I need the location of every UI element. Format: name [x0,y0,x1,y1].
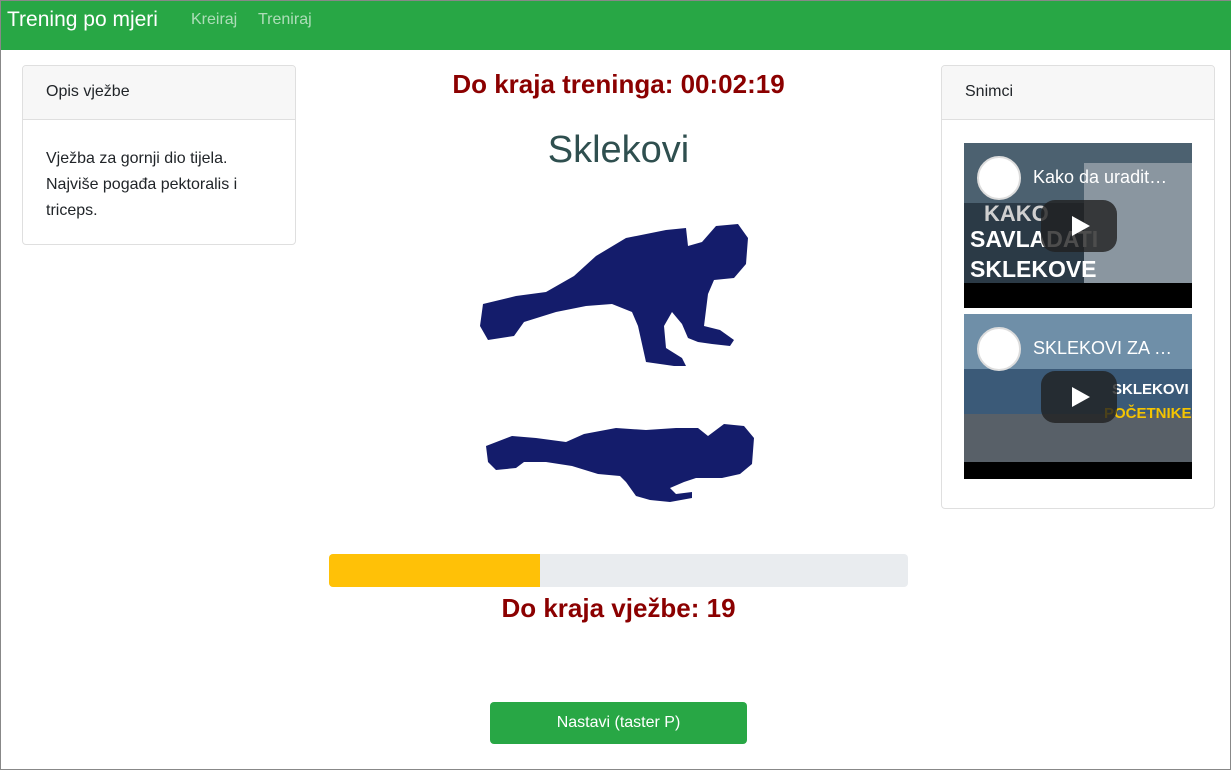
exercise-progress-fill [329,554,541,587]
video-thumbnail-text: POČETNIKE [1104,404,1192,422]
exercise-name: Sklekovi [547,129,690,171]
play-icon[interactable] [1041,200,1117,252]
brand-link[interactable]: Trening po mjeri [7,8,158,32]
description-text: Vježba za gornji dio tijela. Najviše pog… [46,150,238,219]
video-player-2[interactable]: SKLEKOVI ZA POČETNIKE SKLEKOVI ZA … [964,314,1192,479]
workout-timer: Do kraja treninga: 00:02:19 [452,69,785,99]
channel-avatar[interactable] [977,156,1021,200]
navbar: Trening po mjeri Kreiraj Treniraj [1,1,1231,50]
channel-avatar[interactable] [977,327,1021,371]
video-title[interactable]: Kako da uradit… [1033,167,1180,188]
description-card-header: Opis vježbe [23,66,295,120]
video-player-1[interactable]: KAKO SAVLADATI SKLEKOVE Kako da uradit… [964,143,1192,308]
nav-link-kreiraj[interactable]: Kreiraj [191,11,237,29]
video-thumbnail-text: KAKO [984,201,1049,226]
play-icon[interactable] [1041,371,1117,423]
exercise-remaining: Do kraja vježbe: 19 [501,593,736,623]
exercise-progress [329,554,908,587]
description-card: Opis vježbe Vježba za gornji dio tijela.… [22,65,296,245]
continue-button[interactable]: Nastavi (taster P) [490,702,747,744]
videos-card-header: Snimci [942,66,1214,120]
videos-card: Snimci KAKO SAVLADATI SKLEKOVE Kako da u… [941,65,1215,509]
nav-link-treniraj[interactable]: Treniraj [258,11,312,29]
push-up-figure-icon [476,216,761,511]
video-title[interactable]: SKLEKOVI ZA … [1033,338,1180,359]
video-thumbnail-text: SKLEKOVE [970,256,1097,282]
videos-list: KAKO SAVLADATI SKLEKOVE Kako da uradit… … [942,120,1214,508]
video-thumbnail-text: SKLEKOVI ZA [1112,381,1192,398]
